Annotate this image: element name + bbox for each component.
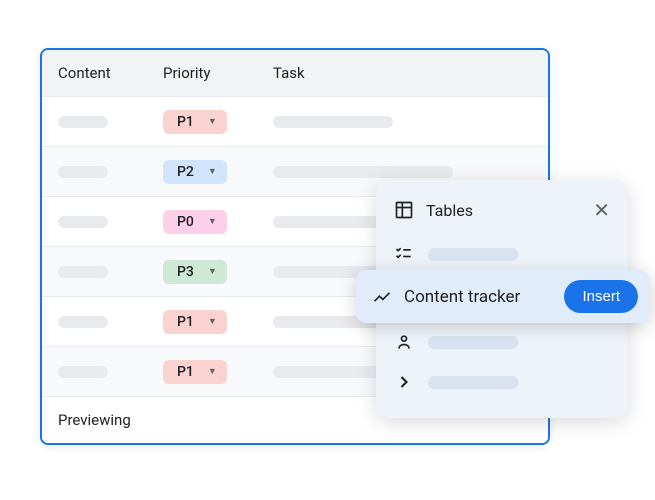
placeholder-label	[428, 336, 518, 349]
chevron-down-icon: ▼	[208, 216, 217, 227]
placeholder-label	[428, 376, 518, 389]
priority-pill[interactable]: P2 ▼	[163, 160, 227, 184]
table-icon	[394, 200, 414, 220]
priority-pill[interactable]: P1 ▼	[163, 110, 227, 134]
placeholder-label	[428, 248, 518, 261]
table-row[interactable]: P1 ▼	[42, 97, 548, 147]
priority-label: P1	[177, 364, 194, 380]
priority-label: P0	[177, 214, 194, 230]
content-cell[interactable]	[42, 106, 147, 138]
insert-button[interactable]: Insert	[564, 280, 638, 313]
template-label: Content tracker	[404, 287, 552, 307]
priority-cell[interactable]: P1 ▼	[147, 350, 257, 394]
content-cell[interactable]	[42, 206, 147, 238]
chevron-down-icon: ▼	[208, 366, 217, 377]
priority-cell[interactable]: P1 ▼	[147, 300, 257, 344]
template-option[interactable]	[376, 234, 628, 274]
chevron-down-icon: ▼	[208, 166, 217, 177]
priority-cell[interactable]: P1 ▼	[147, 100, 257, 144]
template-option-content-tracker[interactable]: Content tracker Insert	[356, 270, 650, 323]
chevron-down-icon: ▼	[208, 116, 217, 127]
checklist-icon	[394, 244, 414, 264]
placeholder-task	[273, 116, 393, 128]
task-cell[interactable]	[257, 106, 548, 138]
priority-pill[interactable]: P3 ▼	[163, 260, 227, 284]
close-icon[interactable]: ✕	[593, 200, 610, 220]
placeholder-content	[58, 316, 108, 328]
content-cell[interactable]	[42, 306, 147, 338]
priority-pill[interactable]: P1 ▼	[163, 360, 227, 384]
priority-label: P1	[177, 114, 194, 130]
column-header-content[interactable]: Content	[42, 50, 147, 96]
placeholder-task	[273, 166, 453, 178]
priority-label: P3	[177, 264, 194, 280]
priority-pill[interactable]: P1 ▼	[163, 310, 227, 334]
content-cell[interactable]	[42, 156, 147, 188]
placeholder-content	[58, 266, 108, 278]
table-header-row: Content Priority Task	[42, 50, 548, 97]
template-option-more[interactable]	[376, 362, 628, 402]
priority-pill[interactable]: P0 ▼	[163, 210, 227, 234]
priority-cell[interactable]: P0 ▼	[147, 200, 257, 244]
content-cell[interactable]	[42, 256, 147, 288]
priority-cell[interactable]: P2 ▼	[147, 150, 257, 194]
template-option[interactable]	[376, 322, 628, 362]
popup-header: Tables ✕	[376, 196, 628, 234]
chevron-down-icon: ▼	[208, 266, 217, 277]
priority-label: P1	[177, 314, 194, 330]
placeholder-task	[273, 216, 393, 228]
placeholder-content	[58, 366, 108, 378]
content-cell[interactable]	[42, 356, 147, 388]
person-icon	[394, 332, 414, 352]
placeholder-content	[58, 166, 108, 178]
priority-cell[interactable]: P3 ▼	[147, 250, 257, 294]
chevron-down-icon: ▼	[208, 316, 217, 327]
trendline-icon	[372, 287, 392, 307]
column-header-priority[interactable]: Priority	[147, 50, 257, 96]
priority-label: P2	[177, 164, 194, 180]
placeholder-content	[58, 216, 108, 228]
placeholder-content	[58, 116, 108, 128]
popup-title: Tables	[426, 201, 473, 220]
chevron-right-icon	[394, 372, 414, 392]
column-header-task[interactable]: Task	[257, 50, 548, 96]
